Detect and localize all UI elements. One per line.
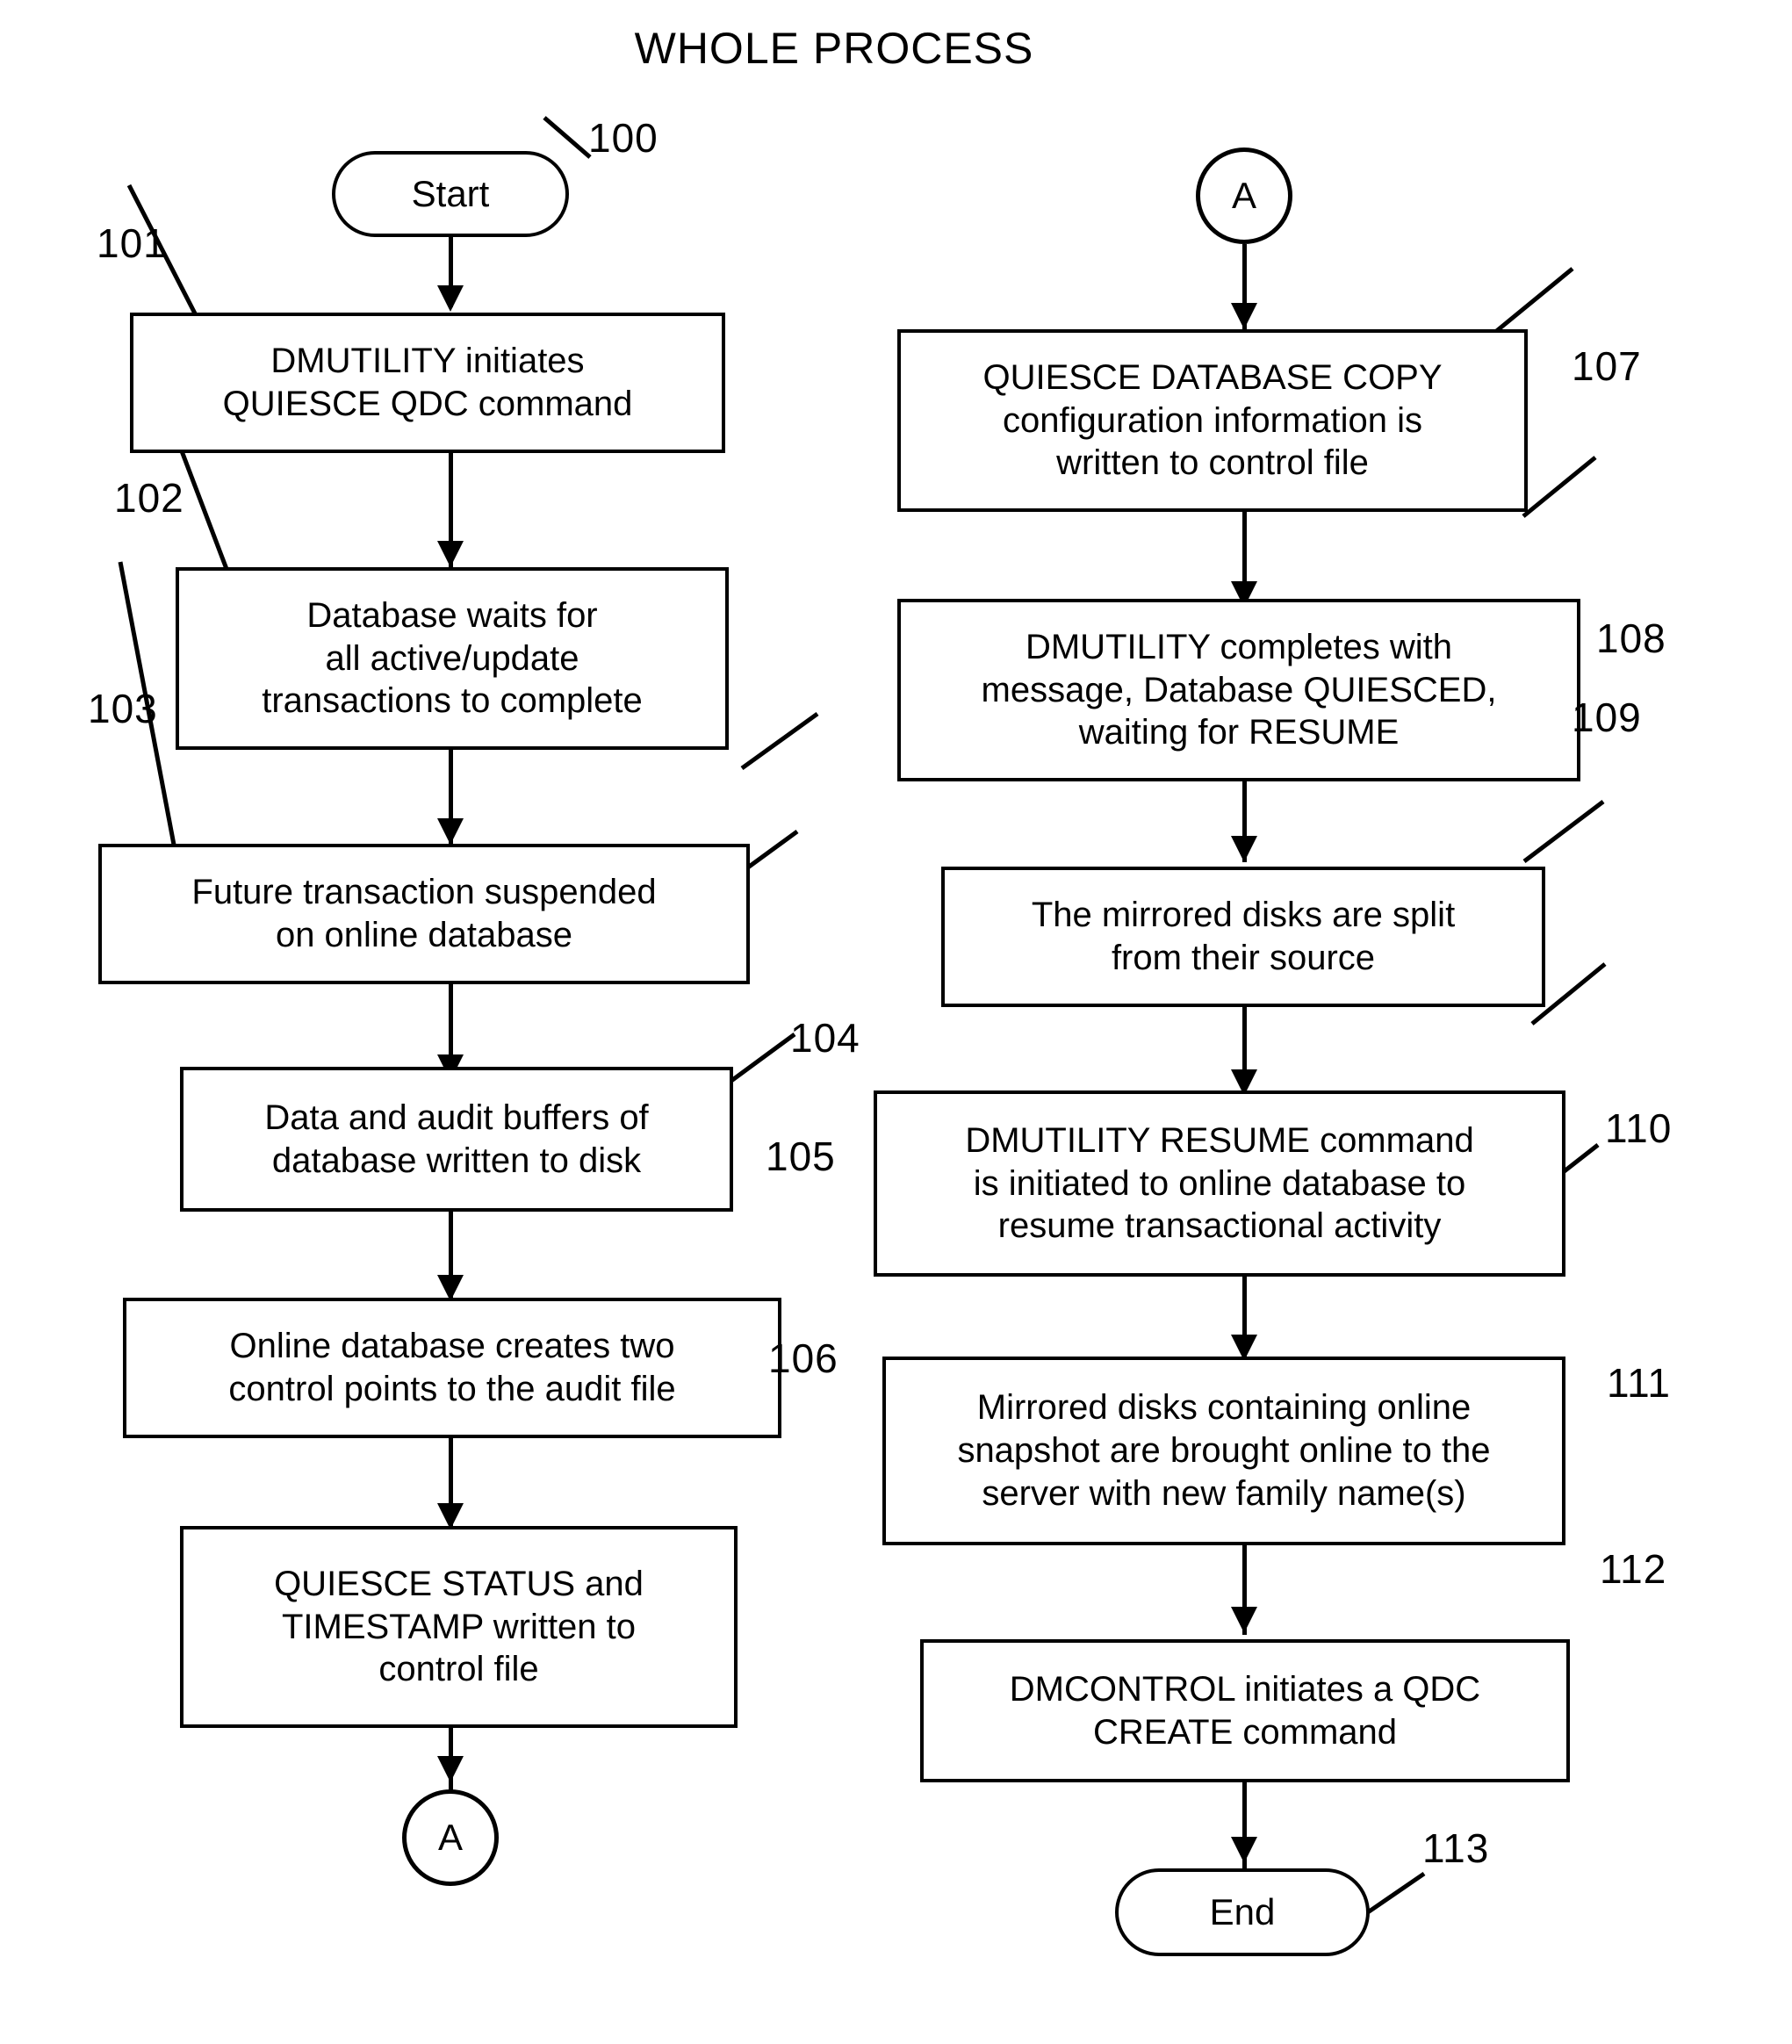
ref-112: 112 <box>1600 1546 1667 1592</box>
ref-105: 105 <box>766 1134 836 1179</box>
ref-102: 102 <box>114 475 184 521</box>
ref-106: 106 <box>768 1335 838 1381</box>
node-101-label: DMUTILITY initiates QUIESCE QDC command <box>222 342 633 423</box>
node-110-label: DMUTILITY RESUME command is initiated to… <box>965 1120 1474 1246</box>
node-101: DMUTILITY initiates QUIESCE QDC command <box>130 313 725 453</box>
connector-a-in-label: A <box>1231 175 1256 217</box>
arrowhead-108-109 <box>1231 836 1257 862</box>
node-110: DMUTILITY RESUME command is initiated to… <box>874 1090 1565 1277</box>
node-end-label: End <box>1209 1891 1276 1933</box>
connector-a-in: A <box>1196 148 1292 244</box>
arrowhead-connector-a-107 <box>1231 303 1257 329</box>
node-108: DMUTILITY completes with message, Databa… <box>897 599 1580 781</box>
node-109: The mirrored disks are split from their … <box>941 867 1545 1007</box>
node-112-label: DMCONTROL initiates a QDC CREATE command <box>1009 1669 1481 1752</box>
arrowhead-106-connector-a <box>437 1756 464 1782</box>
ref-100: 100 <box>588 115 659 161</box>
ref-104: 104 <box>790 1015 860 1061</box>
node-105: Online database creates two control poin… <box>123 1298 781 1438</box>
node-106: QUIESCE STATUS and TIMESTAMP written to … <box>180 1526 738 1728</box>
node-111-label: Mirrored disks containing online snapsho… <box>957 1388 1491 1513</box>
ref-103: 103 <box>88 686 158 731</box>
ref-110: 110 <box>1605 1105 1673 1151</box>
node-107: QUIESCE DATABASE COPY configuration info… <box>897 329 1528 512</box>
node-109-label: The mirrored disks are split from their … <box>1031 896 1456 977</box>
figure-sheet: WHOLE PROCESS Start 100 DMUTILITY initia… <box>0 0 1792 2044</box>
connector-a-out: A <box>402 1789 499 1886</box>
connector-a-out-label: A <box>437 1817 463 1859</box>
figure-title: WHOLE PROCESS <box>634 24 1034 73</box>
node-106-label: QUIESCE STATUS and TIMESTAMP written to … <box>274 1564 644 1689</box>
ref-109: 109 <box>1572 695 1642 740</box>
ref-111: 111 <box>1607 1360 1671 1406</box>
node-104: Data and audit buffers of database writt… <box>180 1067 733 1212</box>
arrowhead-101-102 <box>437 541 464 567</box>
ref-101: 101 <box>97 220 167 266</box>
node-112: DMCONTROL initiates a QDC CREATE command <box>920 1639 1570 1782</box>
ref-113: 113 <box>1422 1825 1490 1871</box>
node-102-label: Database waits for all active/update tra… <box>262 595 643 721</box>
node-103: Future transaction suspended on online d… <box>98 844 750 984</box>
ref-107: 107 <box>1572 343 1642 389</box>
arrowhead-112-end <box>1231 1837 1257 1863</box>
node-start-label: Start <box>411 173 490 215</box>
node-105-label: Online database creates two control poin… <box>228 1327 676 1408</box>
arrowhead-102-103 <box>437 818 464 845</box>
node-end: End <box>1115 1868 1370 1956</box>
arrowhead-start-101 <box>437 285 464 312</box>
node-104-label: Data and audit buffers of database writt… <box>264 1098 649 1180</box>
arrowhead-111-112 <box>1231 1607 1257 1633</box>
node-108-label: DMUTILITY completes with message, Databa… <box>981 627 1497 752</box>
node-102: Database waits for all active/update tra… <box>176 567 729 750</box>
ref-108: 108 <box>1596 615 1666 661</box>
node-103-label: Future transaction suspended on online d… <box>191 873 657 954</box>
node-107-label: QUIESCE DATABASE COPY configuration info… <box>982 357 1443 483</box>
node-start: Start <box>332 151 569 237</box>
node-111: Mirrored disks containing online snapsho… <box>882 1357 1565 1545</box>
